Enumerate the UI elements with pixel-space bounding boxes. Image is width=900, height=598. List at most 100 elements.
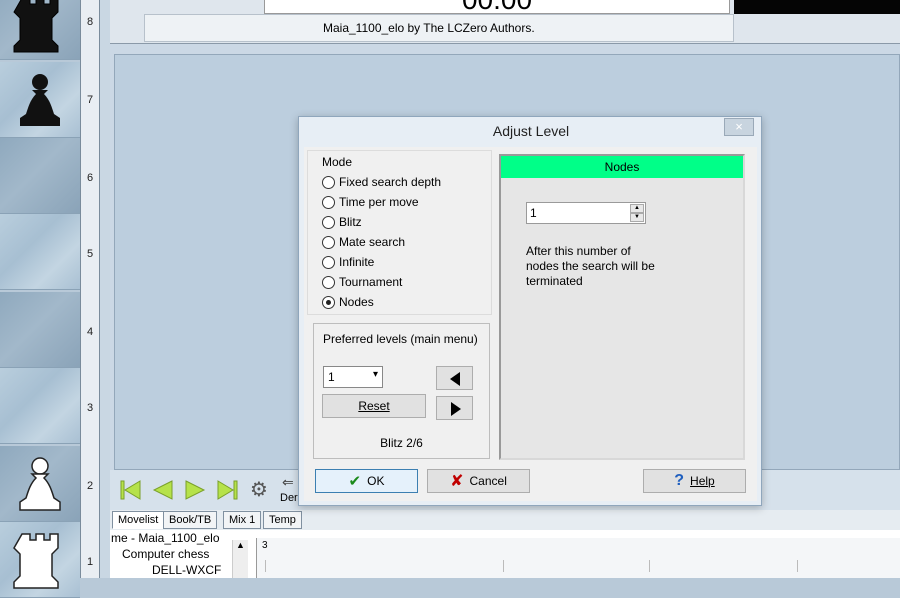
cancel-button-label[interactable]: Cancel (470, 474, 507, 488)
reset-button[interactable]: Reset (322, 394, 426, 418)
close-button[interactable]: × (724, 118, 754, 136)
square-a6[interactable] (0, 138, 80, 214)
ruler-tick (265, 560, 266, 572)
preferred-level-select[interactable]: 1 ▾ (323, 366, 383, 388)
triangle-right-icon[interactable] (437, 397, 474, 421)
rank-label: 1 (86, 556, 94, 568)
radio-circle[interactable] (322, 235, 335, 249)
tab-mix-1[interactable]: Mix 1 (223, 511, 262, 529)
mode-group: Mode Fixed search depth Time per move Bl… (307, 150, 492, 315)
square-a3[interactable] (0, 368, 80, 444)
nodes-panel: Nodes 1 ▲ ▼ After this number of nodes t… (499, 154, 745, 460)
rank-label: 5 (86, 248, 94, 260)
black-rook-icon[interactable] (12, 0, 68, 54)
square-a8[interactable] (0, 0, 80, 60)
adjust-level-dialog: Adjust Level × Mode Fixed search depth T… (298, 116, 762, 506)
cancel-button[interactable]: ✘ Cancel (427, 469, 530, 493)
triangle-left-icon[interactable] (437, 367, 474, 391)
previous-level-button[interactable] (436, 366, 473, 390)
radio-tournament[interactable]: Tournament (322, 274, 402, 290)
chess-board[interactable] (0, 0, 82, 598)
chevron-down-icon[interactable]: ▾ (373, 369, 378, 380)
previous-move-icon[interactable] (150, 478, 176, 502)
blitz-status: Blitz 2/6 (380, 436, 423, 450)
preferred-level-value[interactable]: 1 (328, 370, 335, 384)
square-a1[interactable] (0, 522, 80, 598)
help-icon[interactable]: ? (674, 472, 684, 490)
rank-label: 7 (86, 94, 94, 106)
back-arrow-icon[interactable]: ⇐ (282, 474, 294, 491)
rank-label: 4 (86, 326, 94, 338)
radio-label[interactable]: Blitz (339, 215, 362, 229)
help-button-label[interactable]: Help (690, 474, 715, 488)
dialog-title: Adjust Level (492, 123, 570, 139)
black-pawn-icon[interactable] (12, 68, 68, 132)
ok-button[interactable]: ✔ OK (315, 469, 418, 493)
radio-circle[interactable] (322, 275, 335, 289)
movelist-panel: me - Maia_1100_elo Computer chess DELL-W… (110, 530, 900, 578)
close-icon[interactable]: ✘ (450, 471, 463, 491)
next-level-button[interactable] (436, 396, 473, 420)
header-scrollbar[interactable]: ▲ (232, 540, 248, 578)
ruler-tick (503, 560, 504, 572)
tab-book-tb[interactable]: Book/TB (163, 511, 218, 529)
radio-label[interactable]: Mate search (339, 235, 405, 249)
nodes-stepper[interactable]: 1 ▲ ▼ (526, 202, 646, 224)
radio-label[interactable]: Tournament (339, 275, 402, 289)
tab-temp[interactable]: Temp (263, 511, 302, 529)
radio-circle[interactable] (322, 195, 335, 209)
radio-nodes[interactable]: Nodes (322, 294, 374, 310)
radio-fixed-search-depth[interactable]: Fixed search depth (322, 174, 441, 190)
radio-circle[interactable] (322, 215, 335, 229)
ruler-tick (797, 560, 798, 572)
square-a2[interactable] (0, 446, 80, 522)
rank-label: 2 (86, 480, 94, 492)
nodes-value[interactable]: 1 (530, 206, 537, 220)
tab-movelist[interactable]: Movelist (112, 511, 165, 529)
radio-circle[interactable] (322, 175, 335, 189)
engine-credit: Maia_1100_elo by The LCZero Authors. (144, 14, 734, 42)
rank-label: 3 (86, 402, 94, 414)
ruler-tick (649, 560, 650, 572)
reset-button-label[interactable]: Reset (358, 399, 389, 413)
radio-blitz[interactable]: Blitz (322, 214, 362, 230)
radio-infinite[interactable]: Infinite (322, 254, 374, 270)
preferred-levels-label: Preferred levels (main menu) (323, 332, 478, 346)
last-move-icon[interactable] (214, 478, 240, 502)
radio-label[interactable]: Infinite (339, 255, 374, 269)
nodes-description: After this number of nodes the search wi… (526, 244, 655, 288)
mode-label: Mode (322, 155, 353, 169)
ok-button-label[interactable]: OK (367, 474, 384, 488)
next-move-icon[interactable] (182, 478, 208, 502)
rank-labels: 8 7 6 5 4 3 2 1 (80, 0, 100, 578)
square-a7[interactable] (0, 62, 80, 138)
radio-circle-selected[interactable] (322, 295, 335, 309)
radio-label[interactable]: Nodes (339, 295, 374, 309)
nodes-panel-header: Nodes (501, 156, 743, 178)
move-ruler: 3 (256, 538, 900, 578)
spin-up-icon[interactable]: ▲ (630, 204, 644, 213)
ruler-label: 3 (262, 540, 268, 551)
engine-clock: 00:00 (264, 0, 730, 14)
white-pawn-icon[interactable] (12, 452, 68, 516)
radio-time-per-move[interactable]: Time per move (322, 194, 419, 210)
help-button[interactable]: ? Help (643, 469, 746, 493)
radio-label[interactable]: Fixed search depth (339, 175, 441, 189)
checkmark-icon[interactable]: ✔ (349, 472, 362, 490)
engine-panel: Maia_1100_elo by The LCZero Authors. 00:… (110, 0, 900, 44)
gear-icon[interactable]: ⚙ (248, 479, 270, 501)
demo-button-label[interactable]: Der (280, 492, 298, 504)
first-move-icon[interactable] (118, 478, 144, 502)
square-a4[interactable] (0, 292, 80, 368)
preferred-levels-group: Preferred levels (main menu) 1 ▾ Reset B… (313, 323, 490, 459)
rank-label: 6 (86, 172, 94, 184)
evaluation-bar (734, 0, 900, 14)
square-a5[interactable] (0, 214, 80, 290)
panel-gutter (100, 0, 110, 578)
radio-circle[interactable] (322, 255, 335, 269)
radio-mate-search[interactable]: Mate search (322, 234, 405, 250)
spin-down-icon[interactable]: ▼ (630, 213, 644, 222)
white-rook-icon[interactable] (12, 528, 68, 592)
dialog-body: Mode Fixed search depth Time per move Bl… (304, 147, 757, 501)
radio-label[interactable]: Time per move (339, 195, 419, 209)
